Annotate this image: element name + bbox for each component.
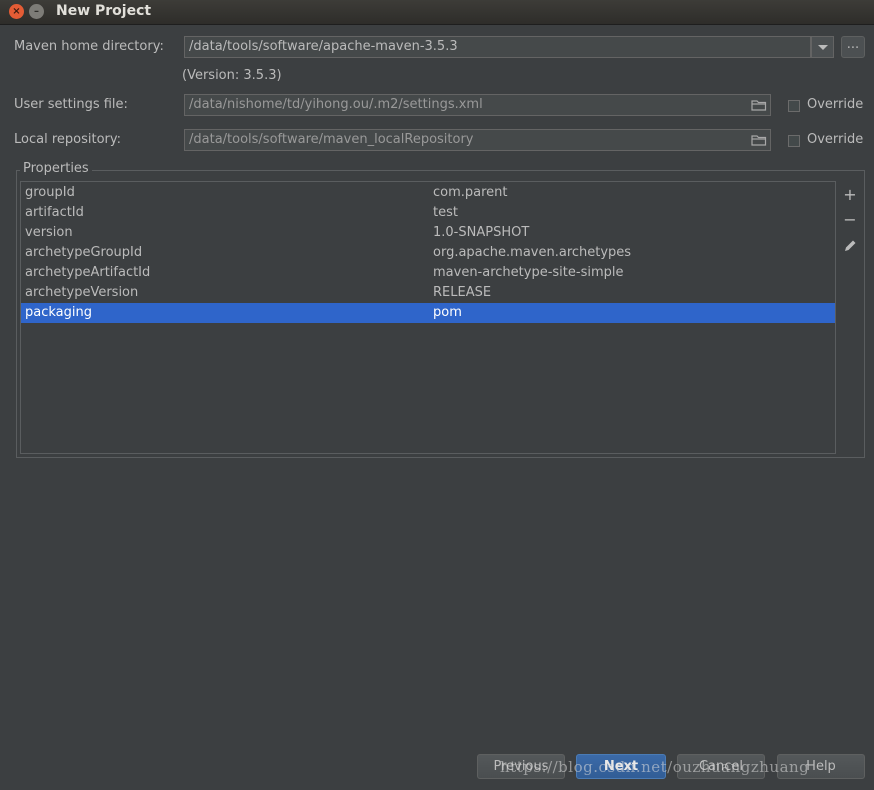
settings-file-label: User settings file:: [14, 97, 128, 112]
watermark-text: https://blog.csdn.net/ouzhuangzhuang: [500, 758, 810, 776]
property-value: test: [433, 205, 458, 220]
local-repository-label: Local repository:: [14, 132, 121, 147]
local-repository-field[interactable]: /data/tools/software/maven_localReposito…: [184, 129, 771, 151]
browse-maven-home-button[interactable]: ...: [841, 36, 865, 58]
remove-icon[interactable]: −: [842, 212, 858, 228]
settings-override-checkbox[interactable]: [788, 100, 800, 112]
properties-table[interactable]: groupId com.parent artifactId test versi…: [20, 181, 836, 454]
property-value: pom: [433, 305, 462, 320]
maven-home-label: Maven home directory:: [14, 39, 164, 54]
close-window-icon[interactable]: ×: [9, 4, 24, 19]
table-row-selected[interactable]: packaging pom: [21, 303, 835, 323]
add-icon[interactable]: +: [842, 187, 858, 203]
table-row[interactable]: archetypeArtifactId maven-archetype-site…: [21, 263, 835, 283]
table-row[interactable]: archetypeGroupId org.apache.maven.archet…: [21, 243, 835, 263]
table-row[interactable]: groupId com.parent: [21, 183, 835, 203]
table-row[interactable]: artifactId test: [21, 203, 835, 223]
repo-override-checkbox[interactable]: [788, 135, 800, 147]
property-key: packaging: [25, 305, 92, 320]
property-key: artifactId: [25, 205, 84, 220]
property-key: archetypeGroupId: [25, 245, 143, 260]
settings-file-field[interactable]: /data/nishome/td/yihong.ou/.m2/settings.…: [184, 94, 771, 116]
table-row[interactable]: version 1.0-SNAPSHOT: [21, 223, 835, 243]
edit-pencil-icon[interactable]: [842, 238, 858, 254]
maven-version-text: (Version: 3.5.3): [182, 68, 282, 83]
repo-override-label: Override: [807, 132, 864, 147]
folder-icon[interactable]: [751, 134, 767, 146]
property-key: archetypeVersion: [25, 285, 139, 300]
property-value: RELEASE: [433, 285, 492, 300]
property-key: groupId: [25, 185, 75, 200]
properties-title: Properties: [20, 161, 92, 176]
property-key: archetypeArtifactId: [25, 265, 151, 280]
properties-toolbar: + −: [837, 181, 863, 454]
folder-icon[interactable]: [751, 99, 767, 111]
title-bar: × – New Project: [0, 0, 874, 25]
minimize-window-icon[interactable]: –: [29, 4, 44, 19]
property-value: com.parent: [433, 185, 508, 200]
property-value: 1.0-SNAPSHOT: [433, 225, 530, 240]
property-value: org.apache.maven.archetypes: [433, 245, 632, 260]
chevron-down-icon[interactable]: [811, 36, 834, 58]
property-value: maven-archetype-site-simple: [433, 265, 624, 280]
maven-home-combobox[interactable]: /data/tools/software/apache-maven-3.5.3: [184, 36, 811, 58]
window-title: New Project: [56, 3, 152, 19]
table-row[interactable]: archetypeVersion RELEASE: [21, 283, 835, 303]
settings-override-label: Override: [807, 97, 864, 112]
property-key: version: [25, 225, 73, 240]
